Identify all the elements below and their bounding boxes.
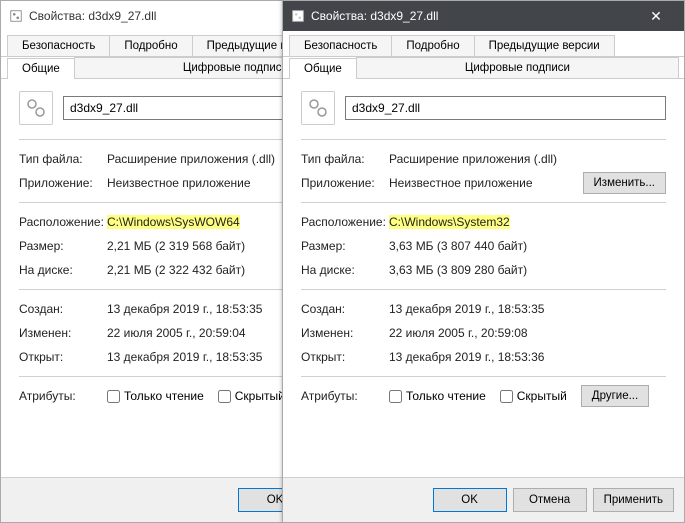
checkbox-hidden[interactable]: Скрытый <box>218 389 285 403</box>
label-filetype: Тип файла: <box>301 152 389 166</box>
filename-input[interactable] <box>345 96 666 120</box>
value-app: Неизвестное приложение <box>389 176 583 190</box>
label-opened: Открыт: <box>19 350 107 364</box>
label-size: Размер: <box>301 239 389 253</box>
tab-details[interactable]: Подробно <box>109 35 192 56</box>
file-type-icon <box>19 91 53 125</box>
tab-general[interactable]: Общие <box>289 58 357 79</box>
tab-general[interactable]: Общие <box>7 58 75 79</box>
label-app: Приложение: <box>301 176 389 190</box>
label-filetype: Тип файла: <box>19 152 107 166</box>
label-created: Создан: <box>19 302 107 316</box>
window-title: Свойства: d3dx9_27.dll <box>311 9 636 23</box>
label-modified: Изменен: <box>301 326 389 340</box>
checkbox-readonly[interactable]: Только чтение <box>389 389 486 403</box>
label-app: Приложение: <box>19 176 107 190</box>
label-modified: Изменен: <box>19 326 107 340</box>
checkbox-hidden[interactable]: Скрытый <box>500 389 567 403</box>
tabs-row-bottom: Общие Цифровые подписи <box>283 57 684 79</box>
value-size: 3,63 МБ (3 807 440 байт) <box>389 239 666 253</box>
value-opened: 13 декабря 2019 г., 18:53:36 <box>389 350 666 364</box>
value-modified: 22 июля 2005 г., 20:59:08 <box>389 326 666 340</box>
tab-security[interactable]: Безопасность <box>289 35 392 56</box>
checkbox-readonly[interactable]: Только чтение <box>107 389 204 403</box>
tab-details[interactable]: Подробно <box>391 35 474 56</box>
dll-icon <box>291 9 305 23</box>
value-created: 13 декабря 2019 г., 18:53:35 <box>389 302 666 316</box>
label-attributes: Атрибуты: <box>19 389 107 403</box>
apply-button[interactable]: Применить <box>593 488 674 512</box>
checkbox-readonly-label: Только чтение <box>406 389 486 403</box>
change-button[interactable]: Изменить... <box>583 172 666 194</box>
tab-security[interactable]: Безопасность <box>7 35 110 56</box>
value-location: C:\Windows\System32 <box>389 215 510 229</box>
dll-icon <box>9 9 23 23</box>
label-location: Расположение: <box>19 215 107 229</box>
label-size: Размер: <box>19 239 107 253</box>
footer-buttons: OK Отмена Применить <box>283 477 684 522</box>
checkbox-readonly-label: Только чтение <box>124 389 204 403</box>
properties-window-front: Свойства: d3dx9_27.dll ✕ Безопасность По… <box>282 0 685 523</box>
content-panel: Тип файла:Расширение приложения (.dll) П… <box>283 79 684 415</box>
file-type-icon <box>301 91 335 125</box>
value-filetype: Расширение приложения (.dll) <box>389 152 666 166</box>
label-ondisk: На диске: <box>301 263 389 277</box>
label-opened: Открыт: <box>301 350 389 364</box>
titlebar[interactable]: Свойства: d3dx9_27.dll ✕ <box>283 1 684 31</box>
cancel-button[interactable]: Отмена <box>513 488 587 512</box>
close-icon[interactable]: ✕ <box>636 8 676 25</box>
tab-digital-signatures[interactable]: Цифровые подписи <box>356 57 679 78</box>
tabs-row-top: Безопасность Подробно Предыдущие версии <box>283 31 684 57</box>
label-location: Расположение: <box>301 215 389 229</box>
value-ondisk: 3,63 МБ (3 809 280 байт) <box>389 263 666 277</box>
value-location: C:\Windows\SysWOW64 <box>107 215 240 229</box>
label-created: Создан: <box>301 302 389 316</box>
label-attributes: Атрибуты: <box>301 389 389 403</box>
other-button[interactable]: Другие... <box>581 385 649 407</box>
checkbox-hidden-label: Скрытый <box>517 389 567 403</box>
tab-previous-versions[interactable]: Предыдущие версии <box>474 35 615 56</box>
label-ondisk: На диске: <box>19 263 107 277</box>
ok-button[interactable]: OK <box>433 488 507 512</box>
checkbox-hidden-label: Скрытый <box>235 389 285 403</box>
